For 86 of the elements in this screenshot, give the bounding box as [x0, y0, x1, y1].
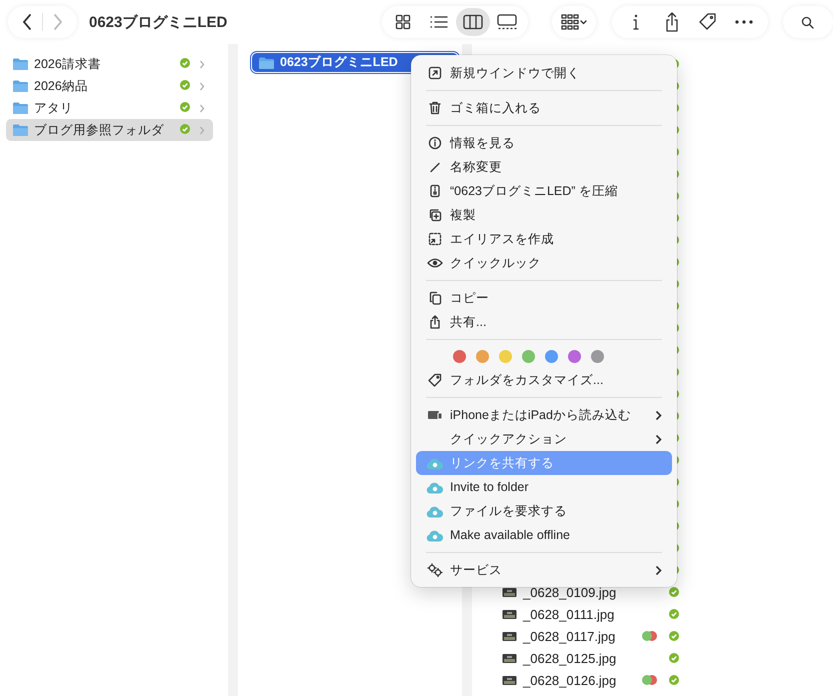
synced-icon: [180, 124, 190, 134]
chevron-icon: [199, 60, 205, 68]
alias-icon: [428, 232, 442, 246]
search-icon: [800, 16, 814, 28]
menu-item[interactable]: 名称変更: [416, 155, 672, 179]
synced-icon: [669, 587, 679, 597]
menu-item[interactable]: 共有...: [416, 310, 672, 334]
folder-icon: [12, 101, 29, 115]
device-icon: [427, 409, 443, 421]
cloud-icon: [426, 528, 444, 542]
thumbnail-icon: [502, 652, 517, 664]
synced-icon: [669, 631, 679, 641]
menu-item[interactable]: フォルダをカスタマイズ...: [416, 368, 672, 392]
tag-color-button[interactable]: [453, 350, 466, 362]
sidebar-item[interactable]: アタリ: [6, 97, 213, 119]
cloud-icon: [426, 480, 444, 494]
menu-item[interactable]: サービス: [416, 558, 672, 582]
chevron-icon: [199, 126, 205, 134]
back-icon: [21, 13, 33, 31]
tag-color-button[interactable]: [545, 350, 558, 362]
pencil-icon: [428, 160, 442, 174]
archive-icon: [428, 184, 442, 198]
info-icon: [428, 136, 442, 150]
tag-color-button[interactable]: [568, 350, 581, 362]
gears-icon: [427, 563, 443, 577]
tag-color-button[interactable]: [522, 350, 535, 362]
tag-color-button[interactable]: [499, 350, 512, 362]
list-view-icon: [430, 15, 448, 29]
chevron-icon: [199, 82, 205, 90]
tag-color-button[interactable]: [591, 350, 604, 362]
share-icon: [428, 315, 442, 329]
menu-item[interactable]: 情報を見る: [416, 131, 672, 155]
sidebar-item[interactable]: ブログ用参照フォルダ: [6, 119, 213, 141]
chevron-icon: [199, 104, 205, 112]
menu-item[interactable]: Make available offline: [416, 523, 672, 547]
tag-icon: [698, 12, 718, 32]
file-name[interactable]: _0628_0111.jpg: [523, 606, 651, 622]
menu-item[interactable]: クイックルック: [416, 251, 672, 275]
folder-icon: [258, 56, 275, 70]
copy-icon: [428, 291, 442, 305]
synced-icon: [180, 102, 190, 112]
thumbnail-icon: [502, 608, 517, 620]
menu-item[interactable]: ゴミ箱に入れる: [416, 96, 672, 120]
duplicate-icon: [428, 208, 442, 222]
tag-icon: [428, 373, 442, 387]
synced-icon: [669, 675, 679, 685]
forward-icon: [52, 13, 64, 31]
menu-item[interactable]: ファイルを要求する: [416, 499, 672, 523]
trash-icon: [428, 101, 442, 115]
file-name[interactable]: _0628_0117.jpg: [523, 628, 641, 644]
menu-item[interactable]: コピー: [416, 286, 672, 310]
synced-icon: [669, 653, 679, 663]
column-view-icon: [463, 14, 483, 30]
thumbnail-icon: [502, 586, 517, 598]
new-window-icon: [428, 66, 442, 80]
menu-item[interactable]: iPhoneまたはiPadから読み込む: [416, 403, 672, 427]
menu-item[interactable]: 複製: [416, 203, 672, 227]
more-icon: [735, 20, 753, 24]
menu-item[interactable]: クイックアクション: [416, 427, 672, 451]
sidebar-item[interactable]: 2026納品: [6, 75, 213, 97]
gallery-view-icon: [497, 14, 517, 30]
info-icon: [631, 13, 641, 31]
menu-item[interactable]: Invite to folder: [416, 475, 672, 499]
cloud-icon: [426, 456, 444, 470]
synced-icon: [669, 609, 679, 619]
window-title: 0623ブログミニLED: [89, 12, 228, 32]
file-name[interactable]: _0628_0125.jpg: [523, 650, 651, 666]
group-icon: [561, 14, 587, 30]
file-name[interactable]: _0628_0109.jpg: [523, 584, 651, 600]
thumbnail-icon: [502, 630, 517, 642]
cloud-icon: [426, 504, 444, 518]
menu-item[interactable]: エイリアスを作成: [416, 227, 672, 251]
folder-icon: [12, 57, 29, 71]
file-name[interactable]: _0628_0126.jpg: [523, 672, 641, 688]
view-button[interactable]: [456, 8, 490, 36]
tag-color-button[interactable]: [476, 350, 489, 362]
folder-icon: [12, 123, 29, 137]
sidebar-item[interactable]: 2026請求書: [6, 53, 213, 75]
icon-view-icon: [395, 14, 411, 30]
share-icon: [664, 12, 680, 32]
menu-item[interactable]: “0623ブログミニLED” を圧縮: [416, 179, 672, 203]
folder-icon: [12, 79, 29, 93]
synced-icon: [180, 80, 190, 90]
synced-icon: [180, 58, 190, 68]
eye-icon: [427, 257, 443, 269]
thumbnail-icon: [502, 674, 517, 686]
